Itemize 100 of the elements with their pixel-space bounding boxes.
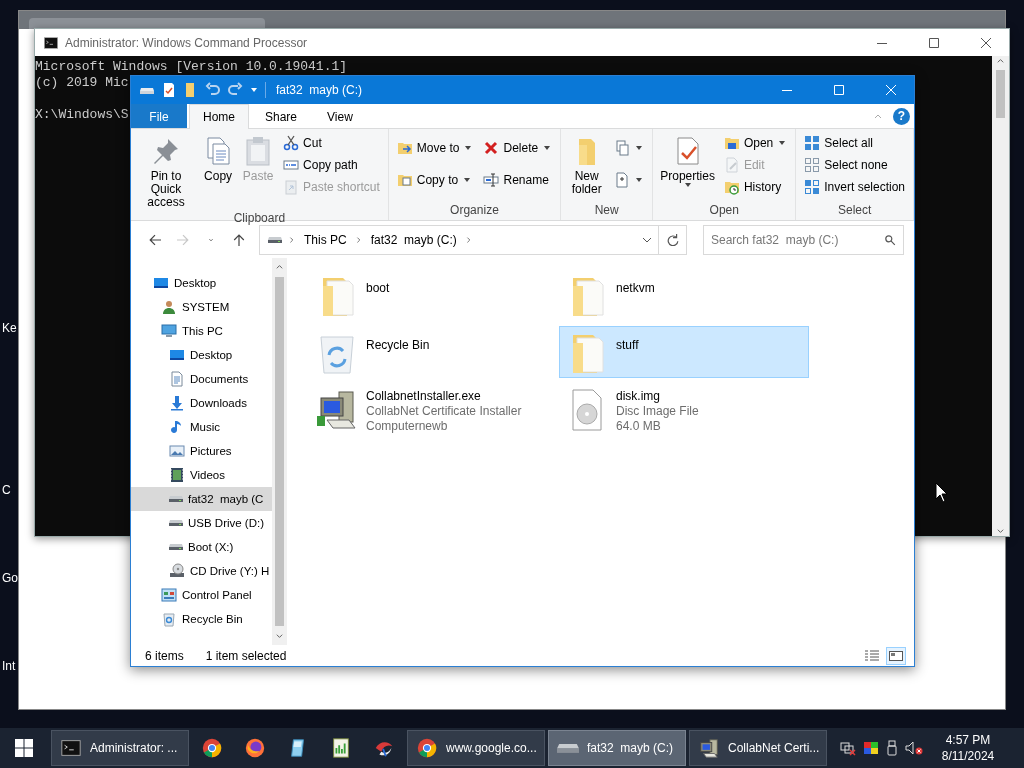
network-off-icon[interactable] — [840, 740, 856, 756]
scrollbar-thumb[interactable] — [996, 70, 1005, 118]
chart-document-icon — [330, 737, 352, 759]
breadcrumb[interactable]: fat32 mayb (C:) — [368, 232, 459, 247]
tree-item[interactable]: Pictures — [131, 439, 272, 463]
cut-button[interactable]: Cut — [281, 133, 382, 153]
address-bar[interactable]: This PC fat32 mayb (C:) — [259, 224, 687, 255]
tree-item[interactable]: Desktop — [131, 343, 272, 367]
tree-item[interactable]: CD Drive (Y:) H — [131, 559, 272, 583]
large-icons-view-icon — [888, 648, 904, 663]
desktop-icon-label[interactable]: Ke — [2, 321, 17, 335]
file-item[interactable]: stuff — [559, 326, 809, 378]
edit-icon — [723, 157, 740, 173]
invert-button[interactable]: Invert selection — [802, 177, 907, 197]
new-item-icon — [614, 140, 631, 156]
scrollbar[interactable] — [272, 258, 287, 645]
rename-button[interactable]: Rename — [481, 170, 555, 190]
select-all-button[interactable]: Select all — [802, 133, 907, 153]
control-panel-icon — [161, 587, 177, 603]
checkmark-document-icon[interactable] — [161, 82, 177, 98]
invert-selection-icon — [804, 179, 821, 195]
tree-item[interactable]: Recycle Bin — [131, 607, 272, 631]
ribbon-tab[interactable]: Share — [251, 104, 312, 128]
breadcrumb[interactable]: This PC — [302, 232, 349, 247]
user-icon — [161, 299, 177, 315]
scrollbar[interactable] — [992, 56, 1009, 536]
tree-item[interactable]: Control Panel — [131, 583, 272, 607]
refresh-icon — [666, 233, 679, 246]
search-icon — [884, 233, 896, 246]
desktop-icon — [169, 347, 185, 363]
group-label: Organize — [449, 203, 500, 219]
file-item[interactable]: netkvm — [559, 269, 809, 321]
file-item[interactable]: CollabnetInstaller.exe CollabNet Certificate Installer Computernewb — [309, 383, 559, 435]
forward-arrow-icon — [177, 233, 189, 246]
properties-button[interactable]: Properties — [657, 133, 718, 203]
recycle-bin-icon — [161, 611, 177, 627]
tree-item[interactable]: USB Drive (D:) — [131, 511, 272, 535]
taskbar-button[interactable]: fat32 mayb (C:) — [548, 730, 686, 766]
close-icon — [981, 37, 991, 48]
color-palette-icon[interactable] — [863, 740, 879, 756]
tree-item[interactable]: Music — [131, 415, 272, 439]
tree-item[interactable]: This PC — [131, 319, 272, 343]
usb-icon[interactable] — [886, 740, 898, 756]
ribbon-tab[interactable]: Home — [189, 104, 249, 129]
tree-item[interactable]: Videos — [131, 463, 272, 487]
drive-icon — [268, 236, 282, 243]
select-all-icon — [804, 135, 821, 151]
taskbar-button[interactable]: www.google.co... — [407, 730, 545, 766]
computer-icon — [698, 737, 720, 759]
file-menu-tab[interactable]: File — [131, 104, 187, 128]
desktop-icon-label[interactable]: C — [2, 483, 11, 497]
new-folder-button[interactable]: New folder — [565, 133, 609, 203]
move-to-button[interactable]: Move to — [394, 138, 476, 158]
taskbar-button[interactable]: CollabNet Certi... — [689, 730, 827, 766]
tree-item[interactable]: Downloads — [131, 391, 272, 415]
copy-button[interactable]: Copy — [199, 133, 238, 211]
ribbon-tab[interactable]: View — [313, 104, 367, 128]
tree-item[interactable]: Desktop — [131, 271, 272, 295]
file-item[interactable]: boot — [309, 269, 559, 321]
clock-date[interactable]: 8/11/2024 — [941, 748, 995, 764]
copy-path-button[interactable]: Copy path — [281, 155, 382, 175]
taskbar-button[interactable]: Administrator: ... — [51, 730, 189, 766]
drive-icon — [169, 520, 183, 526]
console-line: Microsoft Windows [Version 10.0.19041.1] — [35, 59, 348, 75]
pin-button[interactable]: Pin to Quick access — [135, 133, 198, 211]
speaker-muted-icon[interactable] — [905, 740, 923, 756]
cross-icon — [483, 140, 500, 156]
clock-time[interactable]: 4:57 PM — [945, 732, 991, 748]
scroll-up-icon — [275, 262, 284, 271]
tree-item[interactable]: Documents — [131, 367, 272, 391]
file-item[interactable]: disk.img Disc Image File 64.0 MB — [559, 383, 809, 435]
search-field[interactable]: Search fat32 mayb (C:) — [703, 224, 904, 255]
scroll-up-icon — [996, 56, 1005, 65]
scrollbar-thumb[interactable] — [275, 277, 284, 626]
desktop-icon-label[interactable]: Int — [2, 659, 16, 673]
file-item[interactable]: Recycle Bin — [309, 326, 559, 378]
up-arrow-icon — [233, 233, 245, 246]
group-label: New — [593, 203, 620, 219]
start-icon — [15, 739, 33, 757]
help-button[interactable]: ? — [893, 107, 910, 125]
window-title: Administrator: Windows Command Processor — [65, 35, 309, 50]
large-icons-view-button[interactable] — [886, 646, 906, 665]
select-none-button[interactable]: Select none — [802, 155, 907, 175]
undo-icon[interactable] — [205, 82, 221, 98]
selection-count: 1 item selected — [205, 648, 287, 663]
desktop-icon-label[interactable]: Go — [2, 571, 18, 585]
copy-to-button[interactable]: Copy to — [394, 170, 476, 190]
drive-icon — [169, 544, 183, 550]
flame-browser-icon — [244, 737, 266, 759]
delete-button[interactable]: Delete — [481, 138, 555, 158]
chevron-icon — [354, 235, 363, 244]
terminal-icon — [43, 34, 59, 51]
picture-icon — [169, 443, 185, 459]
redo-icon[interactable] — [227, 82, 243, 98]
tree-item[interactable]: fat32 mayb (C — [131, 487, 272, 511]
mouse-pointer-icon — [935, 482, 948, 503]
open-button[interactable]: Open — [721, 133, 790, 153]
history-button[interactable]: History — [721, 177, 790, 197]
tree-item[interactable]: Boot (X:) — [131, 535, 272, 559]
tree-item[interactable]: SYSTEM — [131, 295, 272, 319]
